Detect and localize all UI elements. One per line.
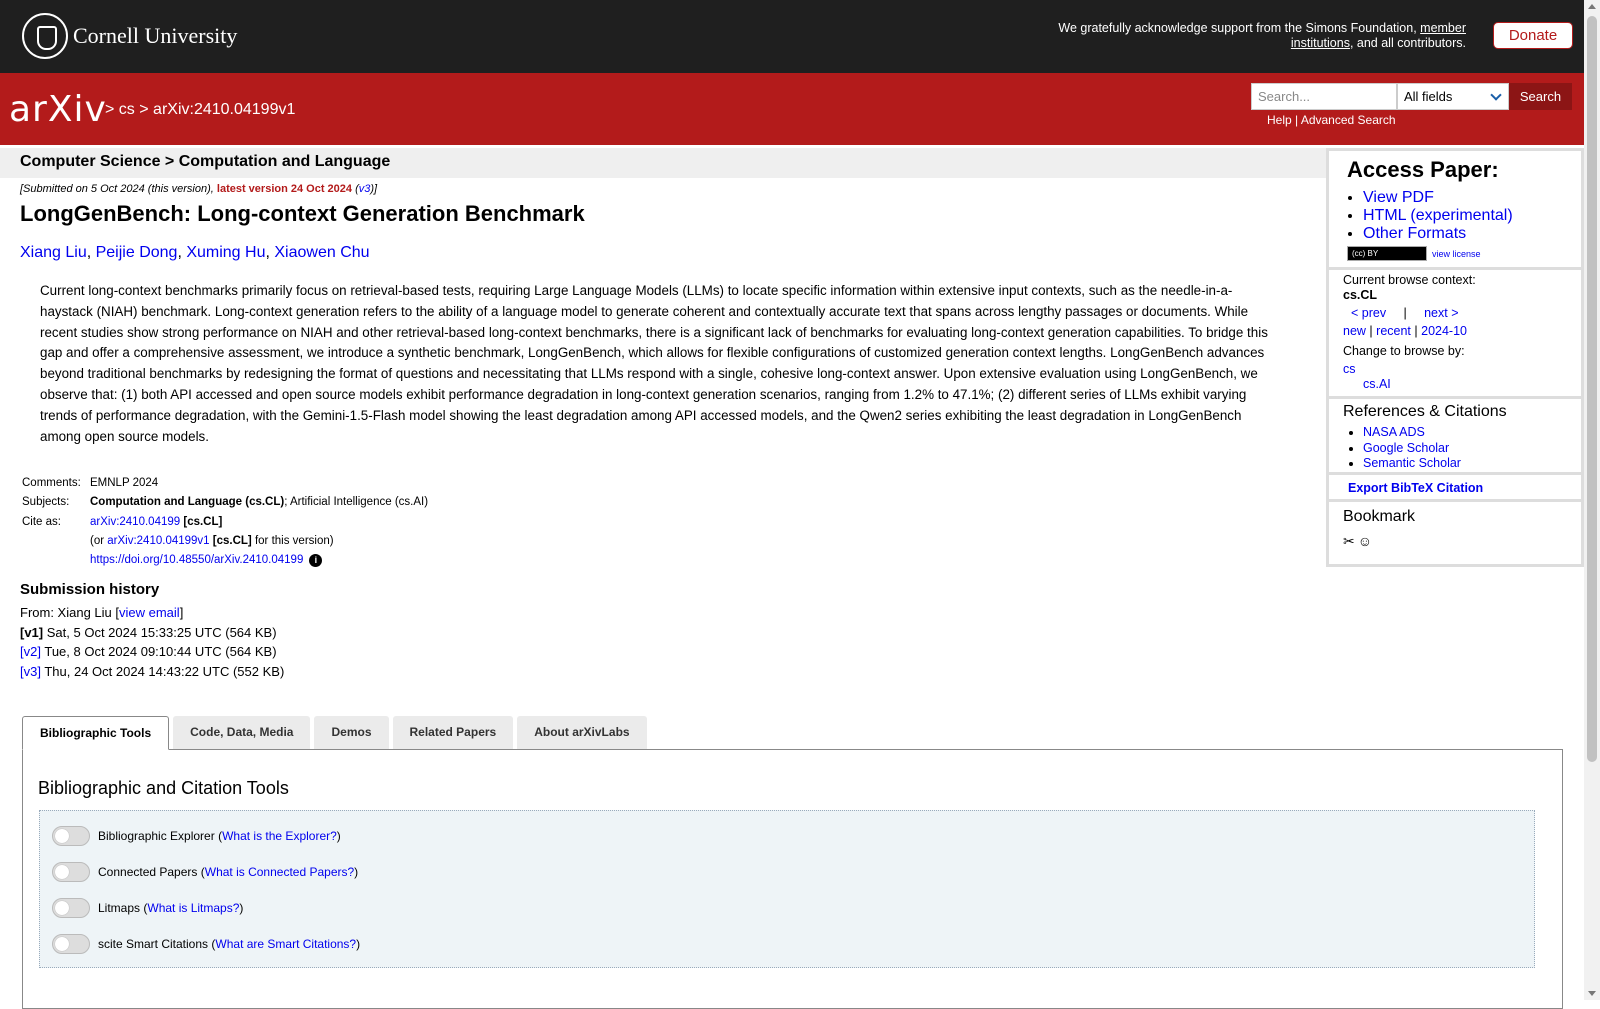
cornell-seal-icon [22,13,68,59]
author-link[interactable]: Peijie Dong [96,244,178,261]
reddit-icon[interactable]: ☺ [1358,533,1372,550]
breadcrumb-cs[interactable]: cs [119,101,135,118]
browse-cs-link[interactable]: cs [1343,362,1356,376]
panel-title: Bibliographic and Citation Tools [38,778,289,798]
cornell-banner: Cornell University We gratefully acknowl… [0,0,1584,73]
arxiv-header: arXiv > cs > arXiv:2410.04199v1 Search..… [0,73,1584,145]
month-link[interactable]: 2024-10 [1421,324,1467,338]
search-button[interactable]: Search [1509,83,1572,110]
comments-value: EMNLP 2024 [90,476,159,489]
access-title: Access Paper: [1347,157,1499,182]
recent-link[interactable]: recent [1376,324,1411,338]
breadcrumb-paper-id: arXiv:2410.04199v1 [153,101,296,118]
tab-bibliographic-tools[interactable]: Bibliographic Tools [22,716,170,750]
scroll-thumb[interactable] [1587,16,1597,762]
cite-v1-link[interactable]: arXiv:2410.04199v1 [107,535,209,547]
paper-title: LongGenBench: Long-context Generation Be… [20,201,585,226]
arxiv-logo[interactable]: arXiv [9,91,106,129]
references-title: References & Citations [1343,403,1507,420]
new-link[interactable]: new [1343,324,1366,338]
access-paper-box: Access Paper: View PDF HTML (experimenta… [1326,148,1584,270]
tool-row: Litmaps (What is Litmaps?) [52,898,243,918]
author-link[interactable]: Xiaowen Chu [274,244,369,261]
submission-note: [Submitted on 5 Oct 2024 (this version),… [20,183,378,195]
next-link[interactable]: next > [1424,306,1458,320]
tab-code-data-media[interactable]: Code, Data, Media [173,716,311,749]
browse-context-box: Current browse context: cs.CL < prev | n… [1326,270,1584,399]
cc-license-icon[interactable]: (cc) BY [1347,246,1427,261]
browse-context: cs.CL [1343,288,1378,302]
tool-help-link[interactable]: What is Connected Papers? [205,865,354,879]
export-bibtex-link[interactable]: Export BibTeX Citation [1348,481,1483,495]
author-list: Xiang Liu, Peijie Dong, Xuming Hu, Xiaow… [20,244,370,261]
google-scholar-link[interactable]: Google Scholar [1363,441,1449,455]
view-license-link[interactable]: view license [1432,249,1481,259]
tab-demos[interactable]: Demos [314,716,389,749]
page-scrollbar[interactable] [1584,0,1600,1000]
info-icon[interactable]: i [309,554,323,568]
bookmark-box: Bookmark ✂ ☺ [1326,502,1584,567]
abstract: Current long-context benchmarks primaril… [40,283,1268,444]
author-link[interactable]: Xuming Hu [186,244,265,261]
scroll-up-arrow-icon[interactable] [1588,4,1596,9]
latest-version-note: latest version 24 Oct 2024 [216,183,353,195]
view-pdf-link[interactable]: View PDF [1363,189,1434,206]
tool-row: Connected Papers (What is Connected Pape… [52,862,358,882]
bibtex-box: Export BibTeX Citation [1326,475,1584,502]
litmaps-toggle[interactable] [52,898,90,918]
help-links: Help | Advanced Search [1267,113,1396,127]
tool-help-link[interactable]: What is Litmaps? [147,901,239,915]
tool-help-link[interactable]: What are Smart Citations? [215,937,356,951]
connected-papers-toggle[interactable] [52,862,90,882]
doi-link[interactable]: https://doi.org/10.48550/arXiv.2410.0419… [90,554,303,566]
bibliographic-explorer-toggle[interactable] [52,826,90,846]
tab-panel: Bibliographic and Citation Tools Bibliog… [22,749,1563,1009]
v3-link[interactable]: v3 [359,183,371,195]
acknowledgement: We gratefully acknowledge support from t… [1058,21,1466,50]
version-link[interactable]: [v3] [20,664,41,679]
labs-tabs: Bibliographic Tools Code, Data, Media De… [22,716,651,750]
prev-link[interactable]: < prev [1351,306,1386,320]
author-link[interactable]: Xiang Liu [20,244,87,261]
bibsonomy-icon[interactable]: ✂ [1343,533,1355,550]
html-link[interactable]: HTML (experimental) [1363,207,1513,224]
scroll-down-arrow-icon[interactable] [1588,991,1596,996]
cornell-logo[interactable]: Cornell University [22,13,237,59]
references-box: References & Citations NASA ADS Google S… [1326,399,1584,475]
subjects-value: Computation and Language (cs.CL); Artifi… [90,496,429,509]
advanced-search-link[interactable]: Advanced Search [1301,113,1396,127]
help-link[interactable]: Help [1267,113,1292,127]
tab-about-arxivlabs[interactable]: About arXivLabs [517,716,647,749]
subject-header: Computer Science > Computation and Langu… [0,148,1326,178]
submission-history: From: Xiang Liu [view email] [v1] Sat, 5… [20,605,285,679]
submission-history-title: Submission history [20,581,160,598]
tool-help-link[interactable]: What is the Explorer? [222,829,337,843]
chevron-down-icon [1490,89,1502,101]
cite-link[interactable]: arXiv:2410.04199 [90,516,180,528]
semantic-scholar-link[interactable]: Semantic Scholar [1363,456,1461,470]
tool-row: Bibliographic Explorer (What is the Expl… [52,826,341,846]
metadata-table: Comments: EMNLP 2024 Subjects: Computati… [22,476,429,568]
tab-related-papers[interactable]: Related Papers [392,716,514,749]
scite-toggle[interactable] [52,934,90,954]
version-link[interactable]: [v2] [20,644,41,659]
view-email-link[interactable]: view email [119,605,180,620]
search-field-select[interactable]: All fields [1397,83,1509,110]
browse-csai-link[interactable]: cs.AI [1363,377,1391,391]
tool-list: Bibliographic Explorer (What is the Expl… [39,810,1535,968]
breadcrumb: > cs > arXiv:2410.04199v1 [105,101,296,118]
sidebar: Access Paper: View PDF HTML (experimenta… [1326,148,1584,567]
donate-button[interactable]: Donate [1493,22,1573,49]
version-tag: [v1] [20,624,44,640]
other-formats-link[interactable]: Other Formats [1363,225,1466,242]
university-name: Cornell University [73,23,238,48]
nasa-ads-link[interactable]: NASA ADS [1363,425,1425,439]
tool-row: scite Smart Citations (What are Smart Ci… [52,934,360,954]
search-input[interactable]: Search... [1251,83,1397,110]
bookmark-title: Bookmark [1343,508,1416,525]
